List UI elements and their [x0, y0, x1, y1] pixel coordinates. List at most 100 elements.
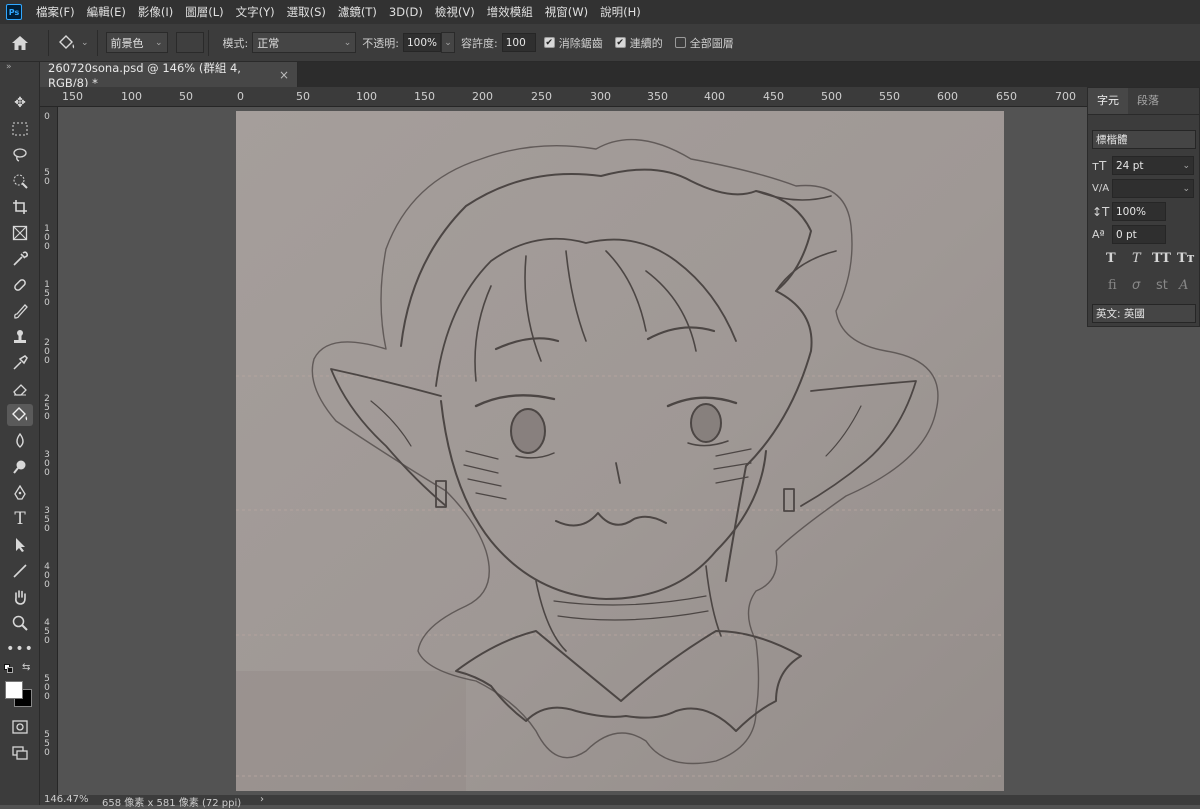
tracking-input[interactable]: ⌄ [1112, 179, 1194, 198]
all-layers-checkbox[interactable] [674, 37, 686, 48]
more-tools-icon[interactable]: ••• [6, 638, 33, 660]
hand-tool-icon[interactable] [7, 586, 33, 608]
menu-image[interactable]: 影像(I) [132, 0, 179, 24]
menu-layer[interactable]: 圖層(L) [179, 0, 229, 24]
ruler-v-label: 550 [44, 730, 50, 758]
marquee-tool-icon[interactable] [7, 118, 33, 140]
menu-plugins[interactable]: 增效模組 [481, 0, 539, 24]
antialias-checkbox[interactable]: ✔ [543, 37, 555, 48]
home-button[interactable] [0, 35, 40, 51]
horizontal-ruler[interactable]: 150 100 50 0 50 100 150 200 250 300 350 400 450 500 55… [40, 87, 1200, 107]
ruler-h-label: 100 [356, 90, 377, 103]
ruler-v-label: 350 [44, 506, 50, 534]
faux-italic-icon[interactable]: T [1132, 251, 1141, 266]
menu-3d[interactable]: 3D(D) [383, 0, 429, 24]
ruler-h-label: 250 [531, 90, 552, 103]
move-tool-icon[interactable]: ✥ [7, 92, 33, 114]
quick-mask-icon[interactable] [7, 716, 33, 738]
ruler-h-label: 300 [590, 90, 611, 103]
document-tab[interactable]: 260720sona.psd @ 146% (群組 4, RGB/8) * × [40, 60, 298, 90]
swash-icon[interactable]: A [1179, 278, 1188, 293]
chevron-down-icon: ⌄ [343, 37, 352, 48]
opacity-value: 100% [406, 36, 438, 49]
brush-tool-icon[interactable] [7, 300, 33, 322]
vertical-scale-value: 100% [1116, 205, 1147, 218]
tab-paragraph[interactable]: 段落 [1128, 88, 1168, 114]
menu-help[interactable]: 說明(H) [594, 0, 647, 24]
ruler-h-label: 150 [62, 90, 83, 103]
options-bar: ⌄ 前景色 ⌄ 模式: 正常 ⌄ 不透明: 100% ⌄ 容許度: 100 ✔ … [0, 24, 1200, 62]
baseline-shift-input[interactable]: 0 pt [1112, 225, 1166, 244]
paint-bucket-tool-icon[interactable] [7, 404, 33, 426]
pattern-picker[interactable] [175, 32, 204, 53]
type-tool-icon[interactable]: T [7, 508, 33, 530]
menu-select[interactable]: 選取(S) [281, 0, 332, 24]
blend-mode-value: 正常 [257, 36, 280, 50]
pen-tool-icon[interactable] [7, 482, 33, 504]
ruler-v-label: 300 [44, 450, 50, 478]
faux-bold-icon[interactable]: T [1106, 251, 1116, 266]
collapse-toolbar-icon[interactable]: » [6, 62, 12, 72]
default-colors-icon[interactable] [4, 664, 14, 673]
chevron-down-icon: ⌄ [1182, 183, 1190, 194]
lasso-tool-icon[interactable] [7, 144, 33, 166]
ligatures-icon[interactable]: ﬁ [1108, 278, 1117, 293]
zoom-tool-icon[interactable] [7, 612, 33, 634]
frame-tool-icon[interactable] [7, 222, 33, 244]
contiguous-checkbox[interactable]: ✔ [614, 37, 626, 48]
menu-view[interactable]: 檢視(V) [429, 0, 481, 24]
font-size-input[interactable]: 24 pt ⌄ [1112, 156, 1194, 175]
eraser-tool-icon[interactable] [7, 378, 33, 400]
ruler-v-label: 200 [44, 338, 50, 366]
tolerance-input[interactable]: 100 [501, 33, 536, 52]
opacity-input[interactable]: 100% [402, 33, 441, 52]
language-select[interactable]: 英文: 英國 [1092, 304, 1196, 323]
document-tab-title: 260720sona.psd @ 146% (群組 4, RGB/8) * [48, 60, 241, 90]
menu-file[interactable]: 檔案(F) [30, 0, 81, 24]
history-brush-tool-icon[interactable] [7, 352, 33, 374]
tab-character[interactable]: 字元 [1088, 88, 1128, 114]
tool-preset-picker[interactable]: ⌄ [57, 34, 89, 52]
font-family-select[interactable]: 標楷體 [1092, 130, 1196, 149]
line-tool-icon[interactable] [7, 560, 33, 582]
photoshop-logo[interactable]: Ps [6, 4, 22, 20]
menu-filter[interactable]: 濾鏡(T) [332, 0, 383, 24]
screen-mode-icon[interactable] [7, 742, 33, 764]
foreground-color-swatch[interactable] [5, 681, 23, 699]
tolerance-label: 容許度: [460, 36, 498, 50]
crop-tool-icon[interactable] [7, 196, 33, 218]
clone-stamp-tool-icon[interactable] [7, 326, 33, 348]
vertical-scale-input[interactable]: 100% [1112, 202, 1166, 221]
menu-type[interactable]: 文字(Y) [230, 0, 281, 24]
document-size: 658 像素 x 581 像素 (72 ppi) [102, 798, 242, 809]
vertical-ruler[interactable]: 0 50 100 150 200 250 300 350 400 450 500 550 [40, 107, 58, 795]
old-style-icon[interactable]: σ [1132, 278, 1140, 293]
fill-source-select[interactable]: 前景色 ⌄ [105, 32, 168, 53]
baseline-shift-value: 0 pt [1116, 228, 1137, 241]
chevron-right-icon[interactable]: › [260, 794, 264, 805]
swap-colors-icon[interactable]: ⇆ [22, 662, 30, 673]
chevron-down-icon: ⌄ [155, 37, 163, 48]
blur-tool-icon[interactable] [7, 430, 33, 452]
dodge-tool-icon[interactable] [7, 456, 33, 478]
eyedropper-tool-icon[interactable] [7, 248, 33, 270]
blend-mode-select[interactable]: 正常 ⌄ [252, 32, 357, 53]
document-canvas[interactable] [236, 111, 1004, 791]
ruler-v-label: 100 [44, 224, 50, 252]
path-selection-tool-icon[interactable] [7, 534, 33, 556]
zoom-level[interactable]: 146.47% [44, 794, 89, 805]
small-caps-icon[interactable]: Tᴛ [1177, 251, 1195, 266]
opacity-slider-toggle[interactable]: ⌄ [440, 32, 455, 53]
ruler-h-label: 350 [647, 90, 668, 103]
discretionary-ligatures-icon[interactable]: st [1156, 278, 1168, 293]
quick-selection-tool-icon[interactable] [7, 170, 33, 192]
fill-source-value: 前景色 [110, 36, 144, 50]
close-icon[interactable]: × [279, 68, 289, 82]
status-bar: 146.47% 658 像素 x 581 像素 (72 ppi) › [40, 794, 1200, 809]
ruler-h-label: 400 [704, 90, 725, 103]
all-caps-icon[interactable]: TT [1152, 251, 1171, 266]
healing-brush-tool-icon[interactable] [7, 274, 33, 296]
menu-edit[interactable]: 編輯(E) [81, 0, 132, 24]
menu-window[interactable]: 視窗(W) [539, 0, 594, 24]
language-value: 英文: 英國 [1096, 308, 1145, 320]
